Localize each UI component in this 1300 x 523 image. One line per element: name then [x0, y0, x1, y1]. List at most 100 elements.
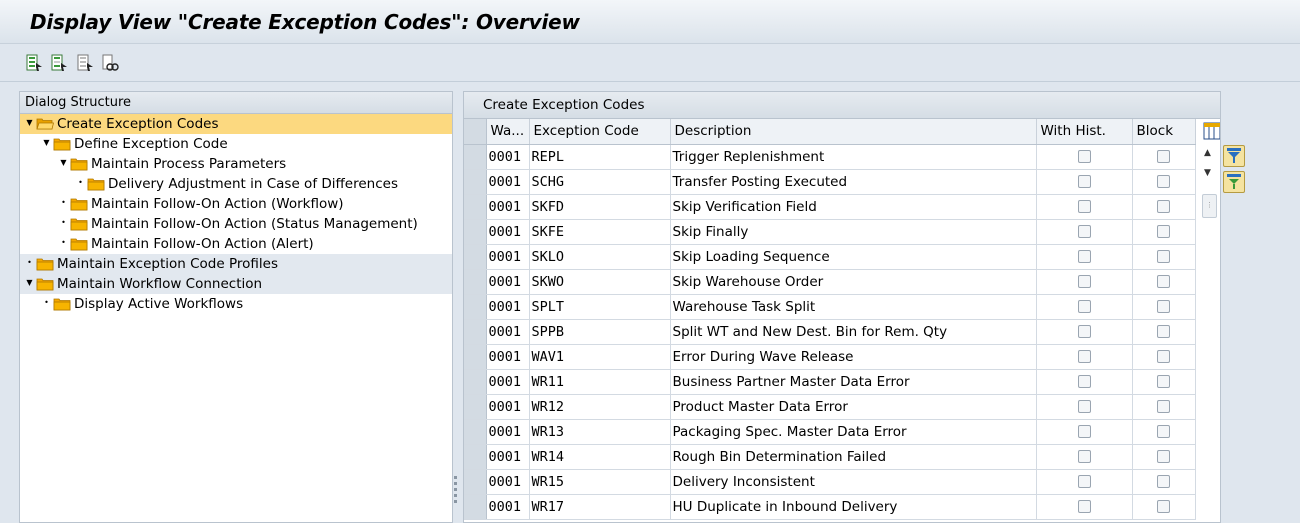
- block-checkbox[interactable]: [1157, 225, 1170, 238]
- column-header-description[interactable]: Description: [670, 119, 1037, 145]
- tree-item[interactable]: ▼ Maintain Workflow Connection: [20, 274, 452, 294]
- tree-item[interactable]: • Maintain Follow-On Action (Status Manag…: [20, 214, 452, 234]
- tree-item-label: Maintain Exception Code Profiles: [57, 256, 278, 272]
- tree-item[interactable]: ▼ Create Exception Codes: [20, 114, 452, 134]
- row-selector[interactable]: [464, 244, 487, 270]
- cell-warehouse: 0001: [486, 294, 530, 320]
- scroll-up-icon[interactable]: ▲: [1204, 148, 1211, 158]
- with-hist-checkbox[interactable]: [1077, 400, 1091, 413]
- row-selector[interactable]: [464, 319, 487, 345]
- block-checkbox[interactable]: [1157, 200, 1170, 213]
- block-checkbox[interactable]: [1157, 350, 1170, 363]
- select-all-rows-cell[interactable]: [464, 119, 487, 145]
- with-hist-checkbox[interactable]: [1077, 325, 1091, 338]
- table-row[interactable]: 0001 WAV1 Error During Wave Release: [464, 344, 1196, 370]
- column-header-warehouse[interactable]: Wa...: [486, 119, 530, 145]
- row-selector[interactable]: [464, 444, 487, 470]
- folder-icon: [87, 177, 105, 191]
- cell-with-hist: [1036, 494, 1133, 520]
- tree-item[interactable]: • Display Active Workflows: [20, 294, 452, 314]
- pane-splitter-handle[interactable]: [454, 476, 458, 510]
- find-icon[interactable]: [101, 54, 119, 72]
- row-selector[interactable]: [464, 294, 487, 320]
- with-hist-checkbox[interactable]: [1077, 350, 1091, 363]
- table-row[interactable]: 0001 SCHG Transfer Posting Executed: [464, 169, 1196, 195]
- table-row[interactable]: 0001 SKFD Skip Verification Field: [464, 194, 1196, 220]
- row-selector[interactable]: [464, 344, 487, 370]
- with-hist-checkbox[interactable]: [1077, 500, 1091, 513]
- table-row[interactable]: 0001 SPLT Warehouse Task Split: [464, 294, 1196, 320]
- deselect-all-icon[interactable]: [76, 54, 94, 72]
- cell-warehouse: 0001: [486, 144, 530, 170]
- tree-item[interactable]: ▼ Maintain Process Parameters: [20, 154, 452, 174]
- row-selector[interactable]: [464, 419, 487, 445]
- block-checkbox[interactable]: [1157, 175, 1170, 188]
- table-row[interactable]: 0001 WR12 Product Master Data Error: [464, 394, 1196, 420]
- block-checkbox[interactable]: [1157, 400, 1170, 413]
- table-row[interactable]: 0001 SKLO Skip Loading Sequence: [464, 244, 1196, 270]
- with-hist-checkbox[interactable]: [1077, 200, 1091, 213]
- cell-block: [1132, 269, 1196, 295]
- block-checkbox[interactable]: [1157, 375, 1170, 388]
- block-checkbox[interactable]: [1157, 450, 1170, 463]
- tree-item[interactable]: • Maintain Follow-On Action (Alert): [20, 234, 452, 254]
- with-hist-checkbox[interactable]: [1077, 300, 1091, 313]
- block-checkbox[interactable]: [1157, 475, 1170, 488]
- with-hist-checkbox[interactable]: [1077, 225, 1091, 238]
- row-selector[interactable]: [464, 494, 487, 520]
- row-selector[interactable]: [464, 469, 487, 495]
- row-selector[interactable]: [464, 394, 487, 420]
- with-hist-checkbox[interactable]: [1077, 450, 1091, 463]
- sort-icon[interactable]: [1223, 171, 1245, 193]
- with-hist-checkbox[interactable]: [1077, 375, 1091, 388]
- block-checkbox[interactable]: [1157, 425, 1170, 438]
- tree-item[interactable]: • Delivery Adjustment in Case of Differen…: [20, 174, 452, 194]
- column-settings-icon[interactable]: [1203, 122, 1220, 140]
- with-hist-checkbox[interactable]: [1077, 150, 1091, 163]
- block-checkbox[interactable]: [1157, 250, 1170, 263]
- with-hist-checkbox[interactable]: [1077, 175, 1091, 188]
- row-selector[interactable]: [464, 194, 487, 220]
- table-row[interactable]: 0001 WR13 Packaging Spec. Master Data Erro…: [464, 419, 1196, 445]
- row-selector[interactable]: [464, 169, 487, 195]
- table-row[interactable]: 0001 SPPB Split WT and New Dest. Bin for R…: [464, 319, 1196, 345]
- with-hist-checkbox[interactable]: [1077, 425, 1091, 438]
- with-hist-checkbox[interactable]: [1077, 250, 1091, 263]
- select-all-icon[interactable]: [25, 54, 43, 72]
- scrollbar-thumb[interactable]: ⋮: [1202, 194, 1217, 218]
- block-checkbox[interactable]: [1157, 300, 1170, 313]
- cell-with-hist: [1036, 194, 1133, 220]
- column-header-exception-code[interactable]: Exception Code: [529, 119, 671, 145]
- table-row[interactable]: 0001 WR11 Business Partner Master Data Err…: [464, 369, 1196, 395]
- expand-arrow-icon[interactable]: ▼: [42, 137, 51, 149]
- expand-arrow-icon[interactable]: ▼: [59, 157, 68, 169]
- block-checkbox[interactable]: [1157, 150, 1170, 163]
- column-header-block[interactable]: Block: [1132, 119, 1196, 145]
- row-selector[interactable]: [464, 144, 487, 170]
- block-checkbox[interactable]: [1157, 275, 1170, 288]
- tree-item[interactable]: • Maintain Exception Code Profiles: [20, 254, 452, 274]
- block-checkbox[interactable]: [1157, 500, 1170, 513]
- expand-arrow-icon[interactable]: ▼: [25, 117, 34, 129]
- tree-item-label: Display Active Workflows: [74, 296, 244, 312]
- row-selector[interactable]: [464, 369, 487, 395]
- with-hist-checkbox[interactable]: [1077, 475, 1091, 488]
- filter-icon[interactable]: [1223, 145, 1245, 167]
- table-vertical-scrollbar[interactable]: ▲ ▼ ⋮: [1200, 146, 1220, 522]
- row-selector[interactable]: [464, 269, 487, 295]
- tree-item[interactable]: • Maintain Follow-On Action (Workflow): [20, 194, 452, 214]
- expand-arrow-icon[interactable]: ▼: [25, 277, 34, 289]
- table-row[interactable]: 0001 SKWO Skip Warehouse Order: [464, 269, 1196, 295]
- table-row[interactable]: 0001 REPL Trigger Replenishment: [464, 144, 1196, 170]
- select-block-icon[interactable]: [50, 54, 68, 72]
- with-hist-checkbox[interactable]: [1077, 275, 1091, 288]
- row-selector[interactable]: [464, 219, 487, 245]
- table-row[interactable]: 0001 SKFE Skip Finally: [464, 219, 1196, 245]
- table-row[interactable]: 0001 WR17 HU Duplicate in Inbound Delivery: [464, 494, 1196, 520]
- table-row[interactable]: 0001 WR15 Delivery Inconsistent: [464, 469, 1196, 495]
- block-checkbox[interactable]: [1157, 325, 1170, 338]
- tree-item[interactable]: ▼ Define Exception Code: [20, 134, 452, 154]
- scroll-down-icon[interactable]: ▼: [1204, 168, 1211, 178]
- column-header-with-hist[interactable]: With Hist.: [1036, 119, 1133, 145]
- table-row[interactable]: 0001 WR14 Rough Bin Determination Failed: [464, 444, 1196, 470]
